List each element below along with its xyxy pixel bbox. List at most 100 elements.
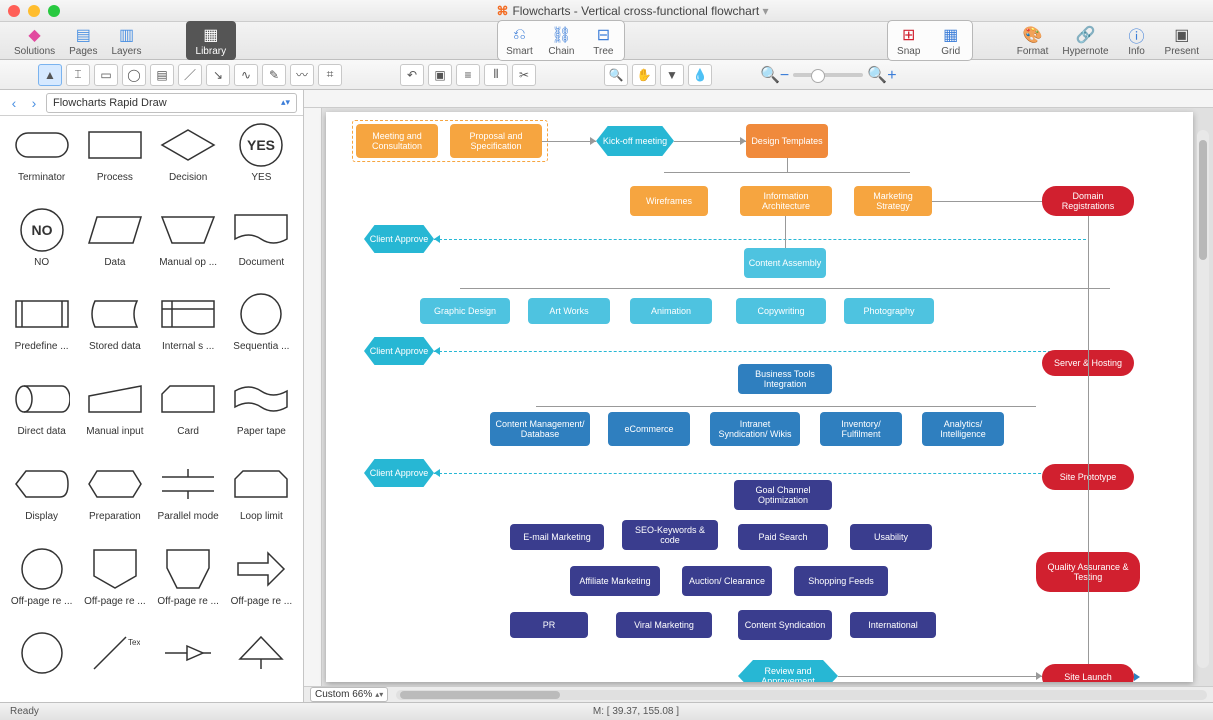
shape-card[interactable]: Card [153,376,224,457]
crop-tool[interactable]: ⌗ [318,64,342,86]
node-approve-3[interactable]: Client Approve [364,459,434,487]
lib-back-button[interactable]: ‹ [6,95,22,111]
text-tool[interactable]: ⌶ [66,64,90,86]
node-syndication[interactable]: Content Syndication [738,610,832,640]
shape-sequential[interactable]: Sequentia ... [226,291,297,372]
node-content-assembly[interactable]: Content Assembly [744,248,826,278]
present-button[interactable]: ▣Present [1159,22,1205,59]
zoom-selector[interactable]: Custom 66%▴▾ [310,687,388,702]
node-inventory[interactable]: Inventory/ Fulfilment [820,412,902,446]
pan-tool[interactable]: ✋ [632,64,656,86]
node-graphic[interactable]: Graphic Design [420,298,510,324]
format-button[interactable]: 🎨Format [1011,22,1055,59]
node-infoarch[interactable]: Information Architecture [740,186,832,216]
shape-yes[interactable]: YESYES [226,122,297,203]
shape-loop-limit[interactable]: Loop limit [226,461,297,542]
node-email[interactable]: E-mail Marketing [510,524,604,550]
distribute-tool[interactable]: ⫴ [484,64,508,86]
shape-paper-tape[interactable]: Paper tape [226,376,297,457]
group-tool[interactable]: ▣ [428,64,452,86]
shape-no[interactable]: NONO [6,207,77,288]
shape-process[interactable]: Process [79,122,150,203]
grid-button[interactable]: ▦Grid [930,23,972,58]
table-tool[interactable]: ▤ [150,64,174,86]
library-button[interactable]: ▦Library [186,21,237,60]
shape-internal[interactable]: Internal s ... [153,291,224,372]
node-photo[interactable]: Photography [844,298,934,324]
solutions-button[interactable]: ◆Solutions [8,22,61,59]
select-tool[interactable]: ▲ [38,64,62,86]
shape-offpage-1[interactable]: Off-page re ... [6,546,77,627]
node-paid[interactable]: Paid Search [738,524,828,550]
zoom-slider[interactable] [793,73,863,77]
node-approve-2[interactable]: Client Approve [364,337,434,365]
undo-tool[interactable]: ↶ [400,64,424,86]
shape-extra-1[interactable] [6,630,77,696]
node-approve-1[interactable]: Client Approve [364,225,434,253]
node-ecom[interactable]: eCommerce [608,412,690,446]
node-shopping[interactable]: Shopping Feeds [794,566,888,596]
shape-manual-input[interactable]: Manual input [79,376,150,457]
pages-button[interactable]: ▤Pages [63,22,103,59]
vertical-scrollbar[interactable] [1197,130,1209,668]
node-usability[interactable]: Usability [850,524,932,550]
zoom-in-icon[interactable]: 🔍+ [867,65,896,85]
node-auction[interactable]: Auction/ Clearance [682,566,772,596]
node-wireframes[interactable]: Wireframes [630,186,708,216]
shape-extra-4[interactable] [226,630,297,696]
node-marketing[interactable]: Marketing Strategy [854,186,932,216]
hypernote-button[interactable]: 🔗Hypernote [1056,22,1114,59]
shape-offpage-4[interactable]: Off-page re ... [226,546,297,627]
layers-button[interactable]: ▥Layers [106,22,148,59]
node-design[interactable]: Design Templates [746,124,828,158]
node-intranet[interactable]: Intranet Syndication/ Wikis [710,412,800,446]
node-viral[interactable]: Viral Marketing [616,612,712,638]
zoom-window-button[interactable] [48,5,60,17]
curve-tool[interactable]: ∿ [234,64,258,86]
rect-tool[interactable]: ▭ [94,64,118,86]
tree-button[interactable]: ⊟Tree [582,23,624,58]
node-launch[interactable]: Site Launch [1042,664,1134,682]
shape-terminator[interactable]: Terminator [6,122,77,203]
node-goal[interactable]: Goal Channel Optimization [734,480,832,510]
chain-button[interactable]: ⛓Chain [540,23,582,58]
shape-predefined[interactable]: Predefine ... [6,291,77,372]
node-cms[interactable]: Content Management/ Database [490,412,590,446]
spline-tool[interactable]: 〰 [290,64,314,86]
pen-tool[interactable]: ✎ [262,64,286,86]
library-selector[interactable]: Flowcharts Rapid Draw▴▾ [46,93,297,113]
shape-stored[interactable]: Stored data [79,291,150,372]
snap-button[interactable]: ⊞Snap [888,23,930,58]
shape-parallel[interactable]: Parallel mode [153,461,224,542]
stamp-tool[interactable]: ▼ [660,64,684,86]
horizontal-scrollbar[interactable] [396,690,1207,700]
node-seo[interactable]: SEO-Keywords & code [622,520,718,550]
zoom-tool[interactable]: 🔍 [604,64,628,86]
node-affiliate[interactable]: Affiliate Marketing [570,566,660,596]
node-biztools[interactable]: Business Tools Integration [738,364,832,394]
node-artworks[interactable]: Art Works [528,298,610,324]
close-window-button[interactable] [8,5,20,17]
shape-direct-data[interactable]: Direct data [6,376,77,457]
shape-decision[interactable]: Decision [153,122,224,203]
node-copy[interactable]: Copywriting [736,298,826,324]
node-meeting[interactable]: Meeting and Consultation [356,124,438,158]
align-tool[interactable]: ≡ [456,64,480,86]
link-tool[interactable]: ✂ [512,64,536,86]
drawing-page[interactable]: Meeting and Consultation Proposal and Sp… [326,112,1193,682]
shape-preparation[interactable]: Preparation [79,461,150,542]
connector-tool[interactable]: ↘ [206,64,230,86]
shape-data[interactable]: Data [79,207,150,288]
shape-manual-op[interactable]: Manual op ... [153,207,224,288]
shape-document[interactable]: Document [226,207,297,288]
shape-offpage-3[interactable]: Off-page re ... [153,546,224,627]
node-kickoff[interactable]: Kick-off meeting [596,126,674,156]
node-analytics[interactable]: Analytics/ Intelligence [922,412,1004,446]
shape-offpage-2[interactable]: Off-page re ... [79,546,150,627]
zoom-out-icon[interactable]: 🔍− [760,65,789,85]
node-proposal[interactable]: Proposal and Specification [450,124,542,158]
ellipse-tool[interactable]: ◯ [122,64,146,86]
node-animation[interactable]: Animation [630,298,712,324]
eyedropper-tool[interactable]: 💧 [688,64,712,86]
node-domain[interactable]: Domain Registrations [1042,186,1134,216]
